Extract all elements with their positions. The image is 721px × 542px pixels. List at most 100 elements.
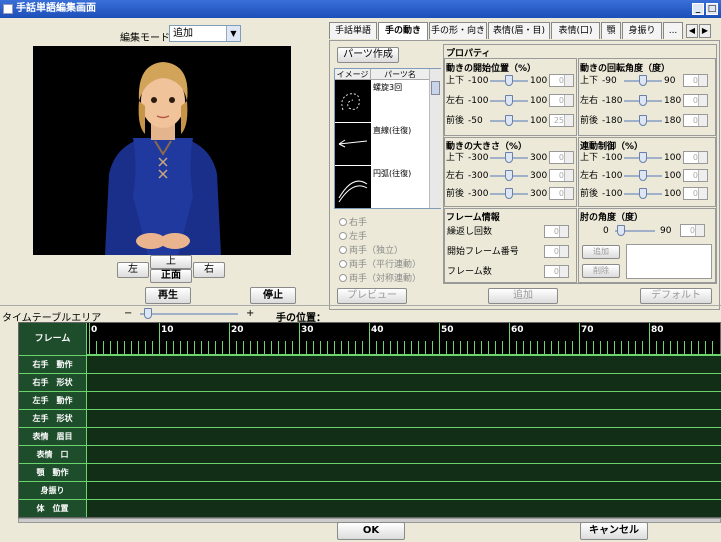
radio-both-symmetric[interactable]: 両手（対称連動） [339, 271, 421, 284]
frame-cell[interactable] [621, 341, 622, 355]
timeline-row[interactable]: 表情 眉目 [19, 427, 721, 445]
frame-cell[interactable] [103, 341, 104, 355]
frame-cell[interactable] [243, 341, 244, 355]
view-right-button[interactable]: 右 [193, 262, 225, 278]
frame-cell[interactable] [397, 341, 398, 355]
frame-cell[interactable] [418, 341, 419, 355]
frame-cell[interactable] [628, 341, 629, 355]
frame-cell[interactable] [502, 341, 503, 355]
frame-cell[interactable] [663, 341, 664, 355]
frame-cell[interactable] [558, 341, 559, 355]
frame-cell[interactable] [607, 341, 608, 355]
tab-hand-shape[interactable]: 手の形・向き [429, 22, 487, 39]
slider-knob[interactable] [639, 75, 647, 86]
tab-expression-brow[interactable]: 表情(眉・目) [488, 22, 550, 39]
frame-cell[interactable] [453, 341, 454, 355]
frame-cell[interactable] [138, 341, 139, 355]
frame-cell[interactable] [698, 341, 699, 355]
parts-scrollbar[interactable] [429, 69, 441, 208]
frame-cell[interactable] [117, 341, 118, 355]
list-item[interactable]: 直線(往復) [335, 123, 429, 165]
frame-cell[interactable] [537, 341, 538, 355]
frame-cell[interactable] [516, 341, 517, 355]
frame-cell[interactable] [656, 341, 657, 355]
timeline-row[interactable]: 左手 形状 [19, 409, 721, 427]
value-spinner[interactable]: 0 [683, 169, 708, 182]
timeline-row[interactable]: 右手 形状 [19, 373, 721, 391]
play-button[interactable]: 再生 [145, 287, 191, 304]
slider-knob[interactable] [505, 75, 513, 86]
radio-both-parallel[interactable]: 両手（平行連動） [339, 257, 421, 270]
slider-knob[interactable] [505, 95, 513, 106]
value-slider[interactable] [490, 187, 528, 201]
value-slider[interactable] [490, 151, 528, 165]
radio-left-hand[interactable]: 左手 [339, 229, 367, 242]
tab-expression-mouth[interactable]: 表情(口) [551, 22, 600, 39]
value-spinner[interactable]: 0 [549, 94, 574, 107]
maximize-button[interactable]: □ [706, 3, 718, 15]
slider-knob[interactable] [505, 188, 513, 199]
frame-cell[interactable] [411, 341, 412, 355]
frame-cell[interactable] [705, 341, 706, 355]
frame-cell[interactable] [684, 341, 685, 355]
slider-knob[interactable] [505, 152, 513, 163]
frame-cell[interactable] [677, 341, 678, 355]
frame-cell[interactable] [565, 341, 566, 355]
frame-cell[interactable] [404, 341, 405, 355]
frame-cell[interactable] [593, 341, 594, 355]
zoom-minus[interactable]: − [124, 308, 132, 319]
frame-count-spinner[interactable]: 0 [544, 265, 569, 278]
frame-cell[interactable] [460, 341, 461, 355]
frame-cell[interactable] [691, 341, 692, 355]
slider-knob[interactable] [505, 170, 513, 181]
value-slider[interactable] [624, 94, 662, 108]
frame-cell[interactable] [614, 341, 615, 355]
timeline-row[interactable]: 体 位置 [19, 499, 721, 517]
frame-cell[interactable] [348, 341, 349, 355]
value-slider[interactable] [624, 151, 662, 165]
frame-cell[interactable] [586, 341, 587, 355]
frame-cell[interactable] [376, 341, 377, 355]
frame-cell[interactable] [530, 341, 531, 355]
zoom-slider-knob[interactable] [144, 308, 152, 319]
timeline-table[interactable]: フレーム 0 10 20 30 40 50 60 70 80 右手 動作 右手 形状 左手 動作 左手… [18, 322, 721, 518]
avatar-viewport[interactable] [33, 46, 291, 255]
timeline-row[interactable]: 左手 動作 [19, 391, 721, 409]
ok-button[interactable]: OK [337, 522, 405, 540]
slider-knob[interactable] [639, 115, 647, 126]
view-front-button[interactable]: 正面 [150, 269, 192, 283]
start-frame-spinner[interactable]: 0 [544, 245, 569, 258]
frame-cell[interactable] [215, 341, 216, 355]
value-spinner[interactable]: 0 [683, 74, 708, 87]
frame-cell[interactable] [383, 341, 384, 355]
zoom-slider[interactable] [140, 308, 238, 319]
frame-cell[interactable] [285, 341, 286, 355]
frame-cell[interactable] [292, 341, 293, 355]
value-slider[interactable] [490, 94, 528, 108]
timeline-row[interactable]: 身振り [19, 481, 721, 499]
value-spinner[interactable]: 0 [549, 151, 574, 164]
zoom-plus[interactable]: + [246, 308, 254, 319]
elbow-delete-button[interactable]: 削除 [582, 264, 620, 278]
frame-cell[interactable] [173, 341, 174, 355]
value-slider[interactable] [490, 169, 528, 183]
timeline-row[interactable]: 顎 動作 [19, 463, 721, 481]
stop-button[interactable]: 停止 [250, 287, 296, 304]
elbow-spinner[interactable]: 0 [680, 224, 705, 237]
tab-hand-motion[interactable]: 手の動き [378, 22, 428, 40]
default-button[interactable]: デフォルト [640, 288, 712, 304]
frame-cell[interactable] [572, 341, 573, 355]
tab-jaw[interactable]: 顎 [601, 22, 621, 39]
slider-knob[interactable] [639, 152, 647, 163]
frame-cell[interactable] [110, 341, 111, 355]
elbow-list[interactable] [626, 244, 712, 279]
frame-cell[interactable] [446, 341, 447, 355]
frame-cell[interactable] [600, 341, 601, 355]
frame-cell[interactable] [194, 341, 195, 355]
frame-cell[interactable] [432, 341, 433, 355]
value-spinner[interactable]: 0 [549, 187, 574, 200]
value-spinner[interactable]: 25 [549, 114, 574, 127]
value-slider[interactable] [624, 169, 662, 183]
value-slider[interactable] [490, 74, 528, 88]
elbow-slider-knob[interactable] [616, 225, 625, 236]
